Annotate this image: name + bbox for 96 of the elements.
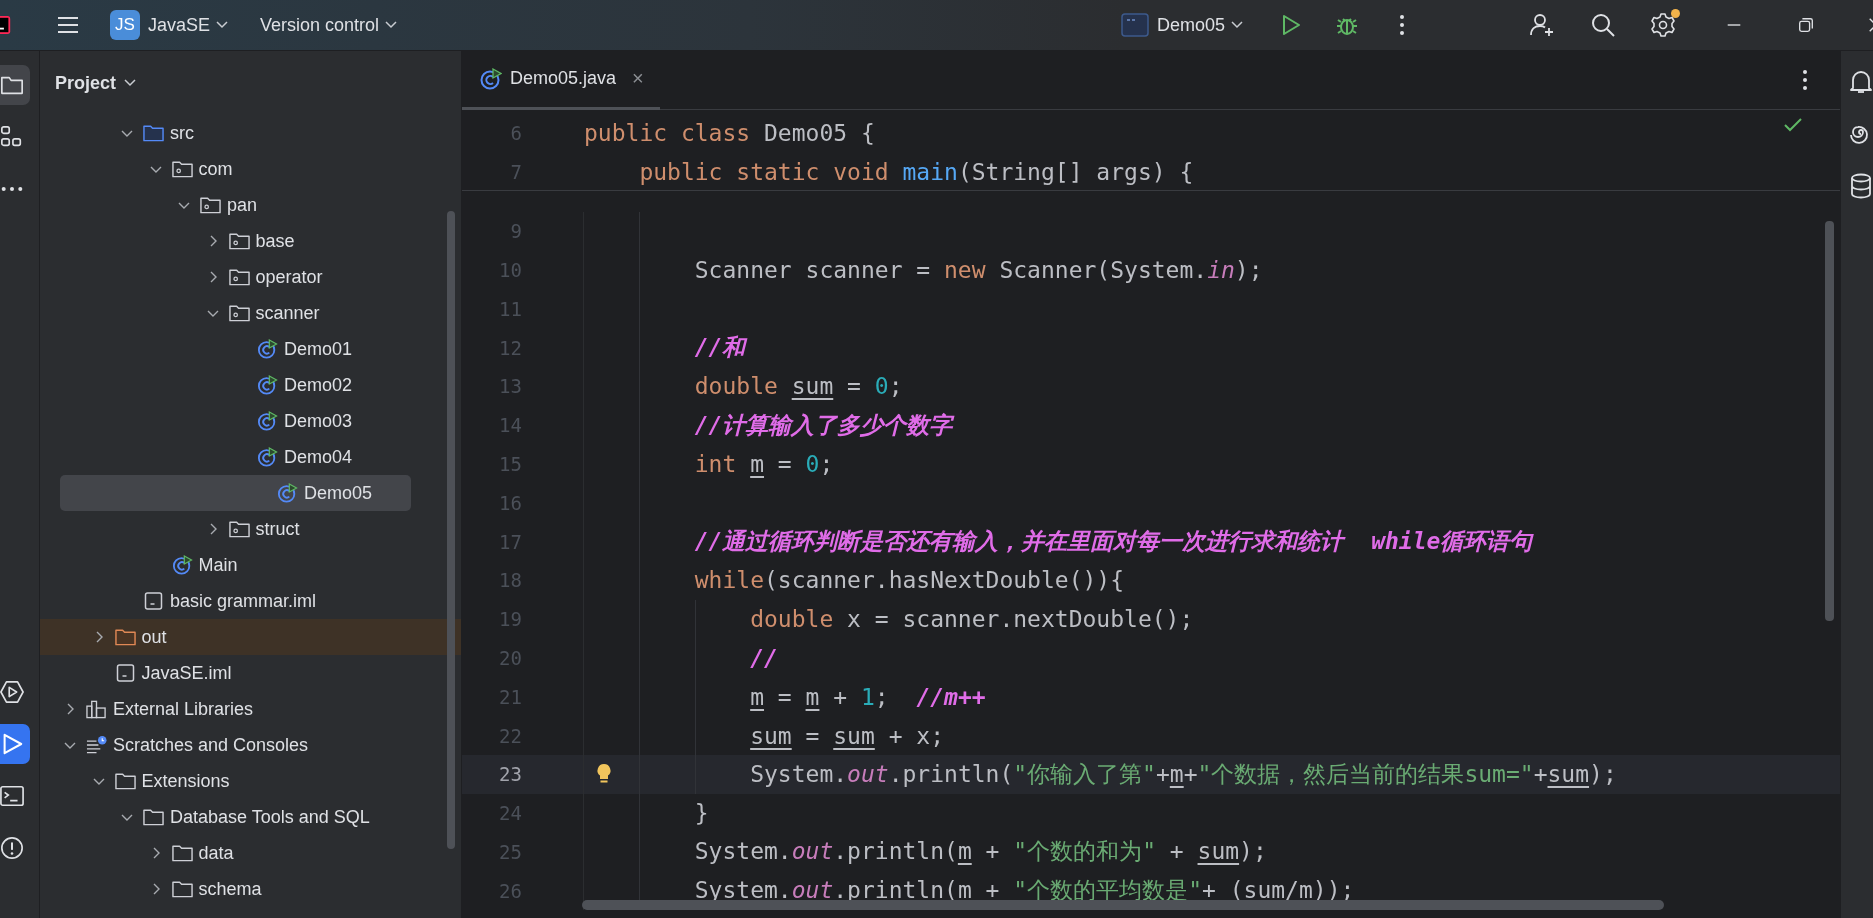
package-folder-icon — [228, 519, 250, 539]
run-icon[interactable] — [1281, 14, 1301, 36]
folder-icon — [171, 843, 193, 863]
class-icon — [277, 483, 298, 503]
scratches-icon — [86, 735, 107, 755]
scrollbar-thumb[interactable] — [447, 211, 455, 849]
bell-icon[interactable] — [1849, 69, 1873, 95]
folder-icon — [143, 123, 164, 143]
tree-item-label[interactable]: Scratches and Consoles — [113, 734, 309, 756]
tree-item-label[interactable]: out — [141, 626, 167, 648]
code-line[interactable]: public class Demo05 { — [584, 120, 875, 147]
check-icon[interactable] — [1784, 118, 1802, 132]
restore-icon[interactable] — [1797, 16, 1815, 34]
code-line: double x = scanner.nextDouble(); — [750, 606, 1194, 633]
add-user-icon[interactable] — [1529, 13, 1555, 37]
package-folder-icon — [228, 231, 250, 251]
code-line: int m = 0; — [694, 450, 834, 477]
lightbulb-icon[interactable] — [596, 763, 612, 786]
tree-item-label[interactable]: data — [198, 842, 234, 864]
code-line: System.out.println("你输入了第"+m+"个数据，然后当前的结果sum="+sum); — [750, 759, 1617, 789]
warning-icon — [0, 836, 24, 860]
folder-icon — [171, 879, 193, 899]
code-line: //计算输入了多少个数字 — [694, 410, 953, 440]
caret-icon — [385, 21, 398, 29]
tree-item-label[interactable]: Demo01 — [284, 338, 353, 360]
run-tool-button[interactable] — [0, 724, 30, 764]
class-icon — [480, 67, 502, 90]
folder-icon — [114, 627, 136, 647]
caret-icon — [216, 21, 229, 29]
libraries-icon — [86, 699, 107, 719]
caret-icon — [124, 79, 137, 87]
file-icon — [114, 663, 136, 683]
code-line: double sum = 0; — [694, 373, 903, 400]
selected-tree-row[interactable]: Demo05 — [60, 475, 411, 511]
services-icon — [0, 680, 24, 704]
excluded-tree-row[interactable]: out — [40, 619, 461, 655]
code-line: while(scanner.hasNextDouble()){ — [694, 567, 1125, 594]
class-icon — [257, 375, 278, 395]
package-folder-icon — [200, 195, 221, 215]
tree-item-label[interactable]: External Libraries — [113, 698, 254, 720]
settings-icon[interactable] — [1651, 13, 1675, 37]
more-icon[interactable] — [1399, 14, 1405, 36]
database-icon[interactable] — [1849, 173, 1873, 199]
terminal-icon — [0, 784, 24, 808]
workspace-dropdown[interactable]: JavaSE — [140, 14, 217, 36]
tree-item-label[interactable]: struct — [255, 518, 300, 540]
tree-item-label[interactable]: basic grammar.iml — [170, 590, 317, 612]
tree-item-label[interactable]: com — [198, 158, 233, 180]
folder-icon — [143, 807, 164, 827]
class-icon — [257, 339, 278, 359]
tree-item-label[interactable]: pan — [227, 194, 258, 216]
code-line: //和 — [694, 333, 746, 363]
tree-item-label[interactable]: Demo04 — [284, 446, 353, 468]
file-icon — [143, 591, 164, 611]
package-folder-icon — [228, 267, 250, 287]
code-line: // — [750, 644, 778, 671]
project-badge: JS — [110, 10, 140, 40]
package-folder-icon — [171, 159, 193, 179]
structure-icon — [0, 125, 24, 149]
tree-item-label[interactable]: Extensions — [141, 770, 230, 792]
tree-item-label[interactable]: schema — [198, 878, 262, 900]
line-number: 23 — [498, 763, 522, 786]
version-control-menu[interactable]: Version control — [252, 14, 386, 36]
menu-icon[interactable] — [56, 15, 80, 35]
tree-item-label[interactable]: base — [255, 230, 295, 252]
code-line: //通过循环判断是否还有输入，并在里面对每一次进行求和统计 while循环语句 — [694, 527, 1533, 557]
tree-item-label[interactable]: Demo05 — [304, 482, 373, 504]
scrollbar-thumb[interactable] — [582, 900, 1664, 910]
class-icon — [171, 555, 193, 575]
tree-item-label[interactable]: src — [170, 122, 194, 144]
tree-item-label[interactable]: Database Tools and SQL — [170, 806, 370, 828]
project-tool-button[interactable] — [0, 65, 30, 105]
more-icon — [0, 185, 24, 193]
code-line: Scanner scanner = new Scanner(System.in); — [694, 257, 1263, 283]
project-view-selector[interactable]: Project — [52, 72, 125, 94]
window-icon — [1120, 13, 1149, 37]
caret-icon — [1231, 21, 1243, 29]
tree-item-label[interactable]: scanner — [255, 302, 320, 324]
package-folder-icon — [228, 303, 250, 323]
tree-item-label[interactable]: Demo03 — [284, 410, 353, 432]
code-line: } — [694, 800, 709, 827]
tree-item-label[interactable]: operator — [255, 266, 323, 288]
code-line[interactable]: public static void main(String[] args) { — [639, 159, 1194, 186]
scrollbar-thumb[interactable] — [1825, 221, 1834, 621]
run-configuration-selector[interactable]: Demo05 — [1148, 14, 1231, 36]
tree-item-label[interactable]: JavaSE.iml — [141, 662, 232, 684]
more-icon[interactable] — [1802, 69, 1808, 91]
search-icon[interactable] — [1591, 13, 1615, 37]
code-line: System.out.println(m + "个数的和为" + sum); — [694, 837, 1267, 867]
folder-icon — [114, 771, 136, 791]
code-line: m = m + 1; //m++ — [750, 683, 986, 710]
class-icon — [257, 411, 278, 431]
tree-item-label[interactable]: Main — [198, 554, 238, 576]
class-icon — [257, 447, 278, 467]
tree-item-label[interactable]: Demo02 — [284, 374, 353, 396]
code-line: sum = sum + x; — [750, 722, 945, 749]
